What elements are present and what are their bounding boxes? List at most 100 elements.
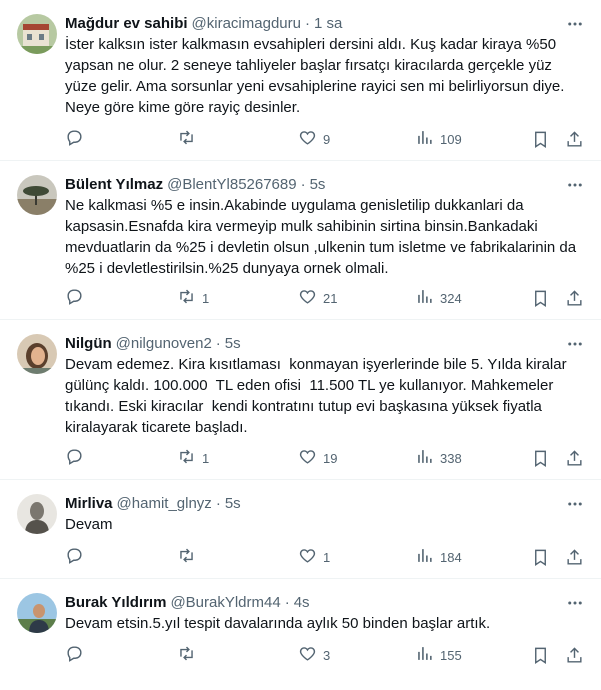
reply-icon (65, 128, 84, 150)
like-button[interactable]: 19 (298, 447, 337, 469)
analytics-icon (415, 128, 434, 150)
retweet-icon (177, 447, 196, 469)
share-icon[interactable] (565, 289, 584, 308)
views-button[interactable]: 184 (415, 546, 462, 568)
retweet-button[interactable]: 1 (177, 287, 212, 309)
bookmark-icon[interactable] (531, 130, 550, 149)
tweet-text: Devam (65, 516, 113, 533)
reply-icon (65, 546, 84, 568)
more-horizontal-icon[interactable] (565, 175, 585, 195)
retweet-icon (177, 644, 196, 666)
tweet-actions: 9 109 (65, 128, 585, 150)
like-count: 3 (323, 647, 331, 663)
more-horizontal-icon[interactable] (565, 14, 585, 34)
like-button[interactable]: 21 (298, 287, 337, 309)
bookmark-icon[interactable] (531, 548, 550, 567)
reply-button[interactable] (65, 644, 100, 666)
tweet-actions: 1 184 (65, 546, 585, 568)
tweet[interactable]: Burak Yıldırım @BurakYldrm44 · 4s Devam … (0, 579, 601, 690)
more-horizontal-icon[interactable] (565, 334, 585, 354)
avatar[interactable] (17, 593, 57, 633)
timestamp[interactable]: 1 sa (314, 14, 342, 34)
user-handle[interactable]: @BurakYldrm44 (170, 593, 280, 613)
views-button[interactable]: 324 (415, 287, 462, 309)
display-name[interactable]: Mirliva (65, 494, 113, 514)
share-icon[interactable] (565, 130, 584, 149)
separator-dot: · (304, 15, 310, 32)
bookmark-icon[interactable] (531, 289, 550, 308)
analytics-icon (415, 447, 434, 469)
retweet-icon (177, 546, 196, 568)
share-icon[interactable] (565, 449, 584, 468)
timestamp[interactable]: 4s (294, 593, 310, 613)
like-button[interactable]: 1 (298, 546, 333, 568)
more-horizontal-icon[interactable] (565, 494, 585, 514)
reply-button[interactable] (65, 546, 100, 568)
tweet-text: Ne kalkmasi %5 e insin.Akabinde uygulama… (65, 197, 581, 277)
tweet-text: Devam etsin.5.yıl tespit davalarında ayl… (65, 615, 491, 632)
separator-dot: · (300, 176, 306, 193)
retweet-button[interactable] (177, 644, 212, 666)
view-count: 338 (440, 450, 462, 466)
display-name[interactable]: Nilgün (65, 334, 112, 354)
more-horizontal-icon[interactable] (565, 593, 585, 613)
heart-icon (298, 546, 317, 568)
separator-dot: · (215, 495, 221, 512)
reply-icon (65, 287, 84, 309)
user-handle[interactable]: @BlentYl85267689 (167, 175, 297, 195)
heart-icon (298, 128, 317, 150)
like-button[interactable]: 3 (298, 644, 333, 666)
timestamp[interactable]: 5s (310, 175, 326, 195)
timestamp[interactable]: 5s (225, 334, 241, 354)
tweet-actions: 1 21 324 (65, 287, 585, 309)
user-handle[interactable]: @nilgunoven2 (116, 334, 212, 354)
separator-dot: · (215, 335, 221, 352)
tweet-actions: 1 19 338 (65, 447, 585, 469)
retweet-button[interactable] (177, 546, 212, 568)
avatar[interactable] (17, 175, 57, 215)
reply-button[interactable] (65, 287, 100, 309)
display-name[interactable]: Burak Yıldırım (65, 593, 166, 613)
share-icon[interactable] (565, 646, 584, 665)
display-name[interactable]: Mağdur ev sahibi (65, 14, 188, 34)
reply-button[interactable] (65, 447, 100, 469)
like-button[interactable]: 9 (298, 128, 333, 150)
views-button[interactable]: 109 (415, 128, 462, 150)
reply-icon (65, 644, 84, 666)
retweet-button[interactable]: 1 (177, 447, 212, 469)
tweet[interactable]: Mirliva @hamit_glnyz · 5s Devam 1 184 (0, 480, 601, 579)
tweet-text: İster kalksın ister kalkmasın evsahipler… (65, 36, 569, 116)
retweet-icon (177, 128, 196, 150)
retweet-count: 1 (202, 290, 210, 306)
reply-button[interactable] (65, 128, 100, 150)
like-count: 1 (323, 549, 331, 565)
tweet[interactable]: Bülent Yılmaz @BlentYl85267689 · 5s Ne k… (0, 161, 601, 320)
timestamp[interactable]: 5s (225, 494, 241, 514)
share-icon[interactable] (565, 548, 584, 567)
heart-icon (298, 287, 317, 309)
tweet[interactable]: Nilgün @nilgunoven2 · 5s Devam edemez. K… (0, 320, 601, 480)
views-button[interactable]: 155 (415, 644, 462, 666)
tweet-actions: 3 155 (65, 644, 585, 666)
display-name[interactable]: Bülent Yılmaz (65, 175, 163, 195)
bookmark-icon[interactable] (531, 646, 550, 665)
avatar[interactable] (17, 334, 57, 374)
separator-dot: · (284, 594, 290, 611)
retweet-count: 1 (202, 450, 210, 466)
avatar[interactable] (17, 14, 57, 54)
reply-feed: Mağdur ev sahibi @kiracimagduru · 1 sa İ… (0, 0, 601, 690)
tweet-text: Devam edemez. Kira kısıtlaması konmayan … (65, 356, 571, 436)
tweet[interactable]: Mağdur ev sahibi @kiracimagduru · 1 sa İ… (0, 0, 601, 161)
views-button[interactable]: 338 (415, 447, 462, 469)
heart-icon (298, 644, 317, 666)
user-handle[interactable]: @kiracimagduru (192, 14, 301, 34)
user-handle[interactable]: @hamit_glnyz (117, 494, 212, 514)
like-count: 9 (323, 131, 331, 147)
analytics-icon (415, 644, 434, 666)
avatar[interactable] (17, 494, 57, 534)
analytics-icon (415, 287, 434, 309)
heart-icon (298, 447, 317, 469)
retweet-button[interactable] (177, 128, 212, 150)
view-count: 324 (440, 290, 462, 306)
bookmark-icon[interactable] (531, 449, 550, 468)
